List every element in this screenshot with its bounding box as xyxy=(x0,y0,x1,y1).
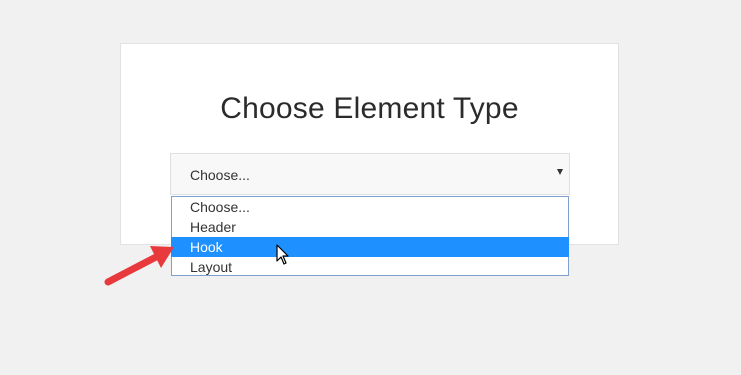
option-hook[interactable]: Hook xyxy=(171,237,569,257)
red-arrow-icon xyxy=(104,246,174,286)
element-type-select[interactable]: Choose... xyxy=(170,153,570,195)
page-title: Choose Element Type xyxy=(220,92,519,125)
element-type-dropdown[interactable]: Choose... Header Hook Layout xyxy=(171,196,569,276)
caret-down-icon xyxy=(557,169,563,175)
option-layout[interactable]: Layout xyxy=(171,257,569,277)
option-header[interactable]: Header xyxy=(171,217,569,237)
mouse-cursor-icon xyxy=(276,244,289,265)
option-choose[interactable]: Choose... xyxy=(171,197,569,217)
select-current-value: Choose... xyxy=(190,167,250,183)
